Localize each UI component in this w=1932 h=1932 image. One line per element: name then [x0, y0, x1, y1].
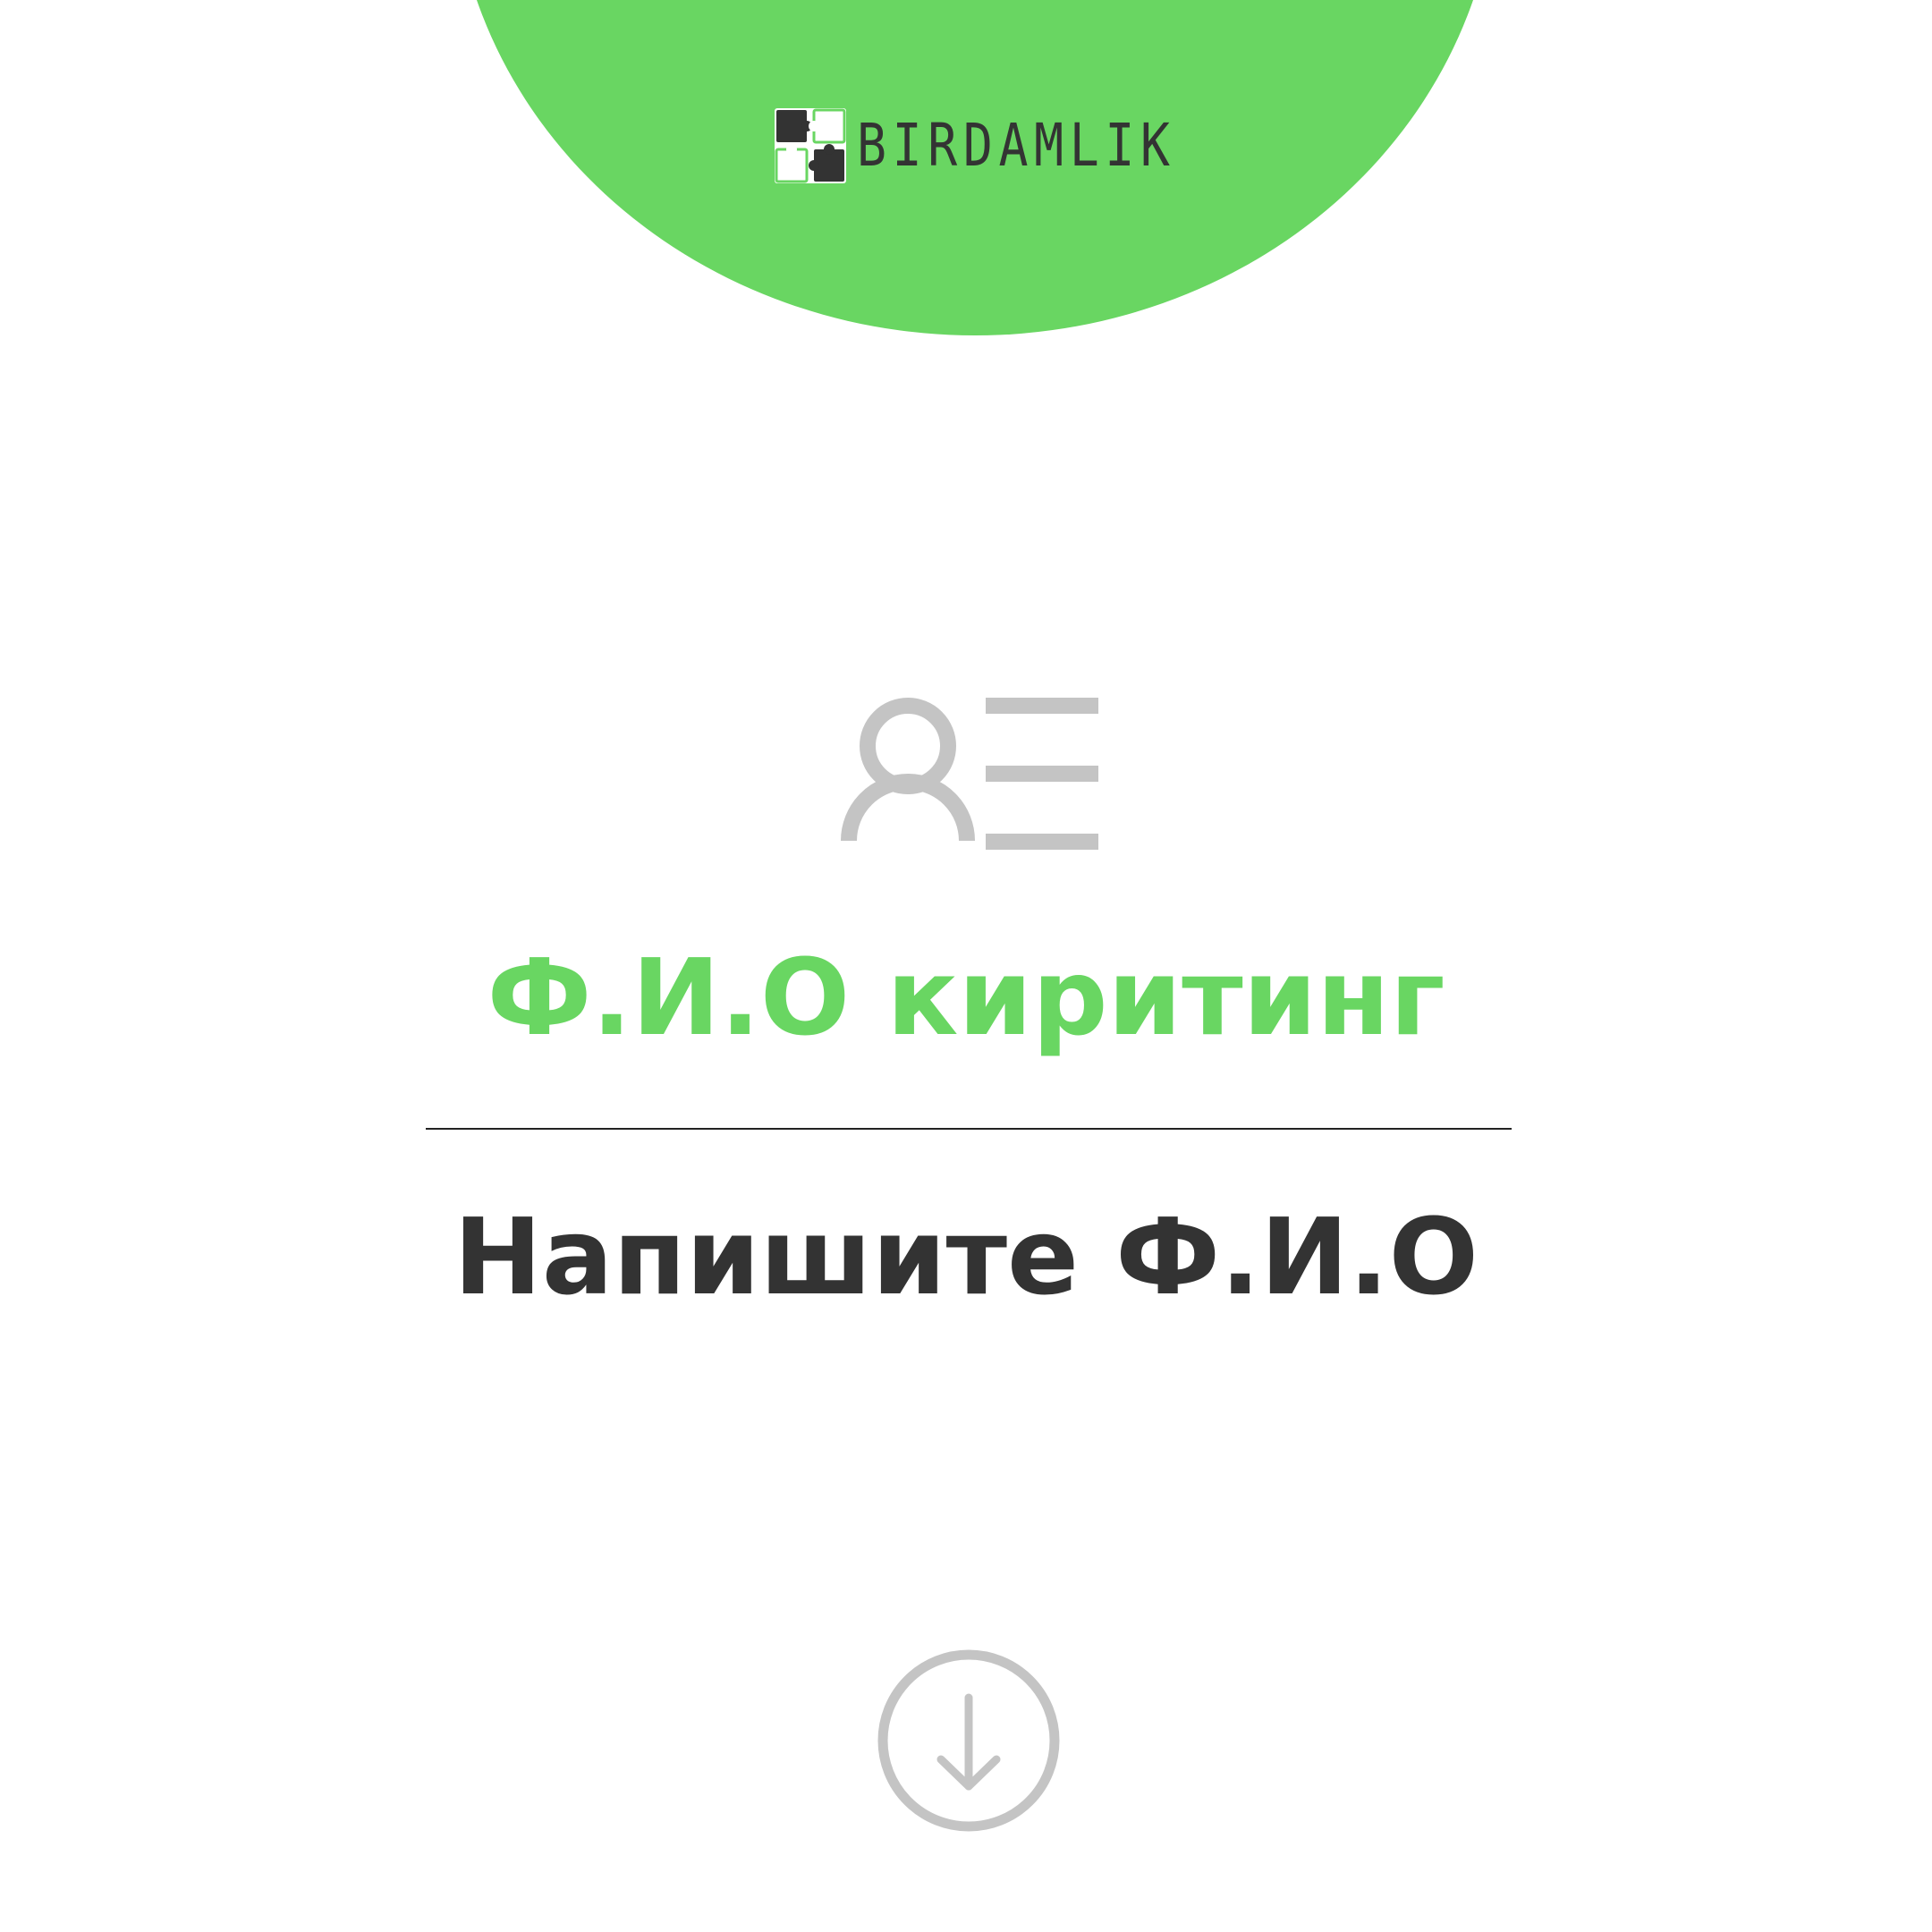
screen: BIRDAMLIK Ф.И.О киритинг Напишите Ф.И.О	[0, 0, 1932, 1932]
page-title: Ф.И.О киритинг	[487, 936, 1445, 1059]
user-list-icon	[841, 698, 1098, 850]
puzzle-pieces-icon	[775, 108, 846, 183]
page-subtitle: Напишите Ф.И.О	[453, 1195, 1479, 1318]
arrow-down-circle-icon[interactable]	[877, 1648, 1061, 1833]
brand-name: BIRDAMLIK	[857, 111, 1176, 180]
divider	[426, 1128, 1512, 1130]
brand-logo: BIRDAMLIK	[775, 107, 1241, 184]
